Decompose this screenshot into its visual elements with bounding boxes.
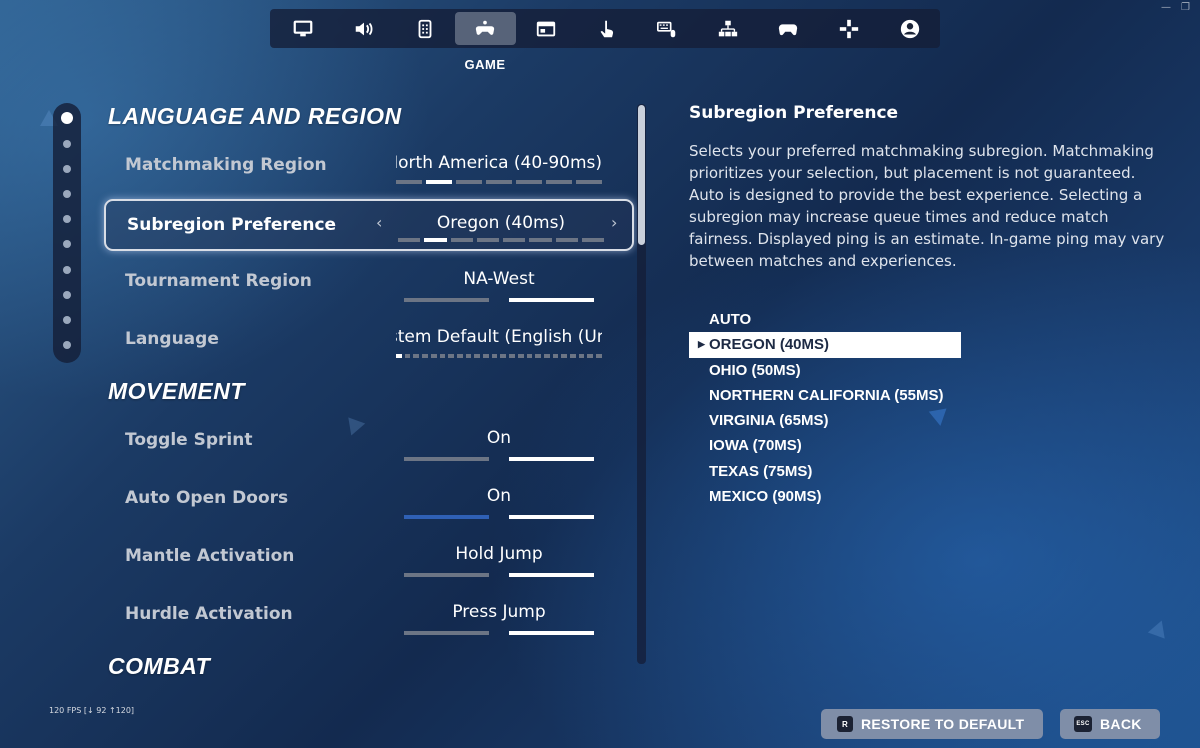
tab-touch[interactable] [576, 12, 637, 45]
setting-value: Oregon (40ms) [436, 213, 566, 233]
section-dot[interactable] [63, 240, 71, 248]
option-bars [404, 515, 594, 519]
tab-hud[interactable] [516, 12, 577, 45]
option-segments [398, 238, 604, 242]
option-segments [396, 180, 602, 184]
r-key-icon: R [837, 716, 853, 732]
setting-subregion-preference[interactable]: Subregion Preference ‹ Oregon (40ms) › [104, 199, 634, 251]
section-dot[interactable] [63, 190, 71, 198]
section-dot[interactable] [63, 291, 71, 299]
section-dot[interactable] [63, 140, 71, 148]
option-mexico[interactable]: MEXICO (90MS) [689, 484, 961, 509]
option-ohio[interactable]: OHIO (50MS) [689, 358, 961, 383]
setting-value: System Default (English (United States)) [396, 327, 602, 347]
back-label: BACK [1100, 716, 1142, 732]
setting-label: Auto Open Doors [125, 488, 289, 508]
setting-label: Tournament Region [125, 271, 312, 291]
option-oregon[interactable]: ▶ OREGON (40MS) [689, 332, 961, 358]
section-nav-rail [53, 103, 81, 363]
detail-description: Selects your preferred matchmaking subre… [689, 142, 1165, 270]
setting-value: Press Jump [452, 602, 546, 622]
tab-keyboard-mouse[interactable] [637, 12, 698, 45]
minimize-icon[interactable]: — [1161, 2, 1171, 13]
option-auto[interactable]: AUTO [689, 307, 961, 332]
gamepad-cog-icon [476, 20, 495, 35]
window-controls: — ❐ [1161, 2, 1190, 13]
setting-label: Language [125, 329, 219, 349]
option-bars [404, 573, 594, 577]
monitor-icon [293, 20, 313, 36]
chevron-right-icon[interactable]: › [611, 213, 617, 232]
section-dot[interactable] [63, 165, 71, 173]
section-dot[interactable] [63, 215, 71, 223]
setting-language[interactable]: Language System Default (English (United… [104, 315, 634, 367]
setting-value: North America (40-90ms) [396, 153, 602, 173]
esc-key-icon: ESC [1074, 716, 1092, 732]
tab-dpad[interactable] [819, 12, 880, 45]
setting-hurdle-activation[interactable]: Hurdle Activation Press Jump [104, 590, 634, 642]
decor-triangle [1147, 617, 1171, 639]
section-title-language-region: LANGUAGE AND REGION [108, 103, 402, 129]
section-dot[interactable] [63, 316, 71, 324]
hud-window-icon [536, 21, 556, 36]
setting-label: Subregion Preference [127, 215, 337, 235]
tab-account[interactable] [879, 12, 940, 45]
setting-value: NA-West [463, 269, 535, 289]
setting-value: Hold Jump [455, 544, 543, 564]
setting-tournament-region[interactable]: Tournament Region NA-West [104, 257, 634, 309]
setting-toggle-sprint[interactable]: Toggle Sprint On [104, 416, 634, 468]
option-iowa[interactable]: IOWA (70MS) [689, 433, 961, 458]
setting-auto-open-doors[interactable]: Auto Open Doors On [104, 474, 634, 526]
tab-audio[interactable] [334, 12, 395, 45]
section-title-movement: MOVEMENT [108, 378, 245, 404]
setting-label: Hurdle Activation [125, 604, 293, 624]
tab-controller-binds[interactable] [697, 12, 758, 45]
restore-default-label: RESTORE TO DEFAULT [861, 716, 1025, 732]
option-bars [404, 457, 594, 461]
option-northern-california[interactable]: NORTHERN CALIFORNIA (55MS) [689, 383, 961, 408]
chevron-left-icon[interactable]: ‹ [376, 213, 382, 232]
section-dot[interactable] [61, 112, 73, 124]
setting-matchmaking-region[interactable]: Matchmaking Region North America (40-90m… [104, 141, 634, 193]
setting-value: On [486, 428, 512, 448]
active-tab-label: GAME [464, 57, 506, 72]
section-title-combat: COMBAT [108, 653, 211, 679]
touch-hand-icon [600, 20, 613, 37]
fps-counter: 120 FPS [↓ 92 ↑120] [49, 706, 135, 715]
selected-caret-icon: ▶ [698, 339, 705, 350]
keyboard-mouse-icon [657, 21, 676, 37]
option-texas[interactable]: TEXAS (75MS) [689, 459, 961, 484]
setting-mantle-activation[interactable]: Mantle Activation Hold Jump [104, 532, 634, 584]
restore-icon[interactable]: ❐ [1181, 2, 1190, 13]
scrollbar-thumb[interactable] [638, 105, 645, 245]
option-segments [396, 354, 602, 358]
subregion-options-list: AUTO ▶ OREGON (40MS) OHIO (50MS) NORTHERN… [689, 307, 961, 509]
restore-default-button[interactable]: R RESTORE TO DEFAULT [821, 709, 1043, 739]
detail-title: Subregion Preference [689, 103, 899, 123]
back-button[interactable]: ESC BACK [1060, 709, 1160, 739]
setting-label: Mantle Activation [125, 546, 295, 566]
option-bars [404, 298, 594, 302]
tab-accessibility[interactable] [394, 12, 455, 45]
tab-controller[interactable] [758, 12, 819, 45]
speaker-icon [355, 22, 373, 35]
accessibility-grid-icon [418, 19, 432, 38]
setting-label: Toggle Sprint [125, 430, 253, 450]
settings-tab-bar [270, 9, 940, 48]
section-dot[interactable] [63, 266, 71, 274]
setting-label: Matchmaking Region [125, 155, 327, 175]
settings-scrollbar[interactable] [637, 104, 646, 664]
section-dot[interactable] [63, 341, 71, 349]
hierarchy-icon [718, 20, 737, 36]
controller-icon [779, 23, 798, 35]
dpad-icon [839, 19, 859, 38]
tab-game[interactable] [454, 12, 516, 45]
option-bars [404, 631, 594, 635]
setting-value: On [486, 486, 512, 506]
option-virginia[interactable]: VIRGINIA (65MS) [689, 408, 961, 433]
account-icon [900, 19, 919, 38]
tab-video[interactable] [273, 12, 334, 45]
